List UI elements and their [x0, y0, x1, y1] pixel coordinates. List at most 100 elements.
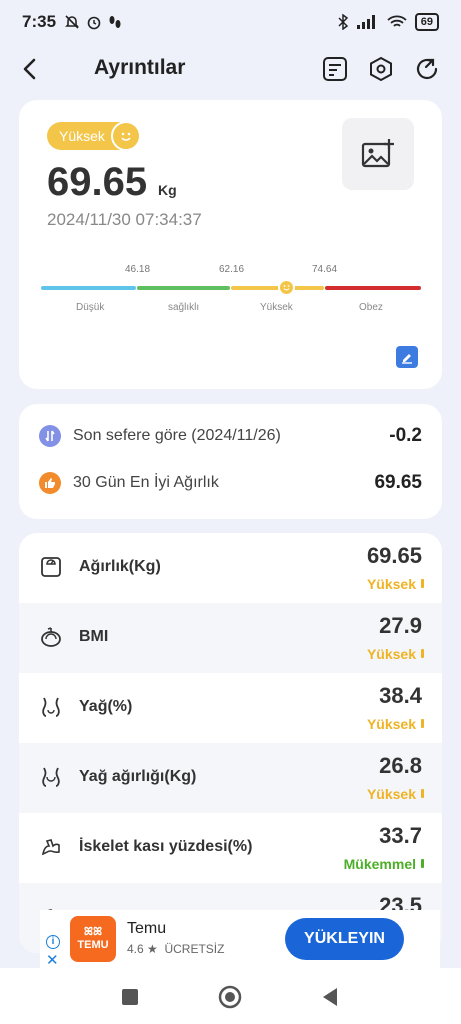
status-bar: 7:35 69	[0, 0, 461, 44]
metric-status-indicator	[421, 649, 424, 658]
status-notification-icons	[64, 14, 122, 30]
metric-status: Yüksek	[366, 716, 416, 732]
thumbs-up-icon	[39, 472, 61, 494]
metric-row-body-fat[interactable]: Yağ(%) 38.4 Yüksek	[19, 673, 442, 743]
add-photo-button[interactable]	[342, 118, 414, 190]
wifi-icon	[387, 15, 407, 27]
compare-best-value: 69.65	[374, 472, 422, 493]
metric-row-fat-weight[interactable]: Yağ ağırlığı(Kg) 26.8 Yüksek	[19, 743, 442, 813]
metric-status: Mükemmel	[343, 856, 416, 872]
metric-name: Yağ(%)	[79, 698, 133, 715]
edit-pen-icon	[402, 354, 412, 364]
back-nav-button[interactable]	[318, 985, 342, 1009]
metric-name: Yağ ağırlığı(Kg)	[79, 768, 197, 785]
metrics-list: Ağırlık(Kg) 69.65 Yüksek BMI 27.9 Yüksek…	[19, 533, 442, 953]
smiley-icon	[111, 121, 141, 151]
scale-marker-smiley-icon	[278, 279, 295, 296]
weight-range-scale: 46.18 62.16 74.64 Düşük sağlıklı Yüksek …	[41, 260, 421, 320]
status-time: 7:35	[22, 12, 57, 31]
ad-price: ÜCRETSİZ	[164, 942, 225, 956]
back-button[interactable]	[14, 52, 44, 86]
metric-value: 33.7	[379, 823, 422, 848]
metric-status-indicator	[421, 789, 424, 798]
settings-button[interactable]	[364, 52, 398, 86]
scale-label-healthy: sağlıklı	[168, 302, 200, 313]
page-title: Ayrıntılar	[94, 56, 186, 79]
weight-value: 69.65	[47, 160, 148, 204]
ad-app-name: Temu	[127, 920, 167, 937]
metric-name: İskelet kası yüzdesi(%)	[79, 838, 253, 855]
metric-status-indicator	[421, 579, 424, 588]
ad-rating: 4.6 ★	[127, 942, 158, 956]
bluetooth-icon	[338, 14, 348, 30]
scale-segment-low	[41, 286, 136, 290]
scale-tick: 74.64	[312, 264, 338, 275]
metric-name: Ağırlık(Kg)	[79, 558, 161, 575]
metric-value: 69.65	[366, 543, 422, 568]
scale-segment-obese	[325, 286, 421, 290]
share-refresh-icon	[416, 58, 438, 80]
comparison-card: Son sefere göre (2024/11/26) -0.2 30 Gün…	[19, 404, 442, 519]
settings-hexagon-icon	[370, 56, 392, 82]
scale-tick: 62.16	[219, 264, 245, 275]
app-header: Ayrıntılar	[0, 44, 461, 94]
install-button[interactable]: YÜKLEYIN	[285, 918, 404, 960]
status-badge-label: Yüksek	[59, 128, 105, 144]
fat-weight-icon	[39, 765, 63, 789]
report-button[interactable]	[318, 52, 352, 86]
metric-row-bmi[interactable]: BMI 27.9 Yüksek	[19, 603, 442, 673]
chevron-left-icon	[23, 58, 36, 80]
temu-logo-glyphs: ꕤꕤ	[83, 926, 103, 938]
compare-last-value: -0.2	[389, 425, 422, 446]
scale-segment-healthy	[137, 286, 230, 290]
metric-value: 26.8	[379, 753, 422, 778]
ad-banner[interactable]: ꕤꕤ TEMU Temu 4.6 ★ ÜCRETSİZ YÜKLEYIN	[40, 910, 440, 968]
measurement-timestamp: 2024/11/30 07:34:37	[47, 210, 202, 229]
compare-last-label: Son sefere göre (2024/11/26)	[73, 427, 281, 444]
alarm-icon	[87, 16, 101, 30]
metric-value: 27.9	[379, 613, 422, 638]
compare-best-row: 30 Gün En İyi Ağırlık 69.65	[39, 468, 422, 498]
weight-summary-card: Yüksek 69.65 Kg 2024/11/30 07:34:37 46.1…	[19, 100, 442, 389]
home-button[interactable]	[218, 985, 242, 1009]
metric-status-indicator	[421, 859, 424, 868]
metric-status-indicator	[421, 719, 424, 728]
report-icon	[323, 57, 347, 81]
ad-info-icon[interactable]: i	[46, 935, 60, 949]
system-nav-bar	[0, 968, 461, 1024]
scale-label-high: Yüksek	[260, 302, 293, 313]
steps-icon	[109, 16, 121, 28]
body-fat-icon	[39, 695, 63, 719]
metric-value: 38.4	[379, 683, 422, 708]
ad-close-icon[interactable]: ✕	[46, 951, 59, 969]
battery-indicator: 69	[414, 13, 439, 31]
compare-last-row: Son sefere göre (2024/11/26) -0.2	[39, 421, 422, 451]
home-circle-icon	[218, 985, 242, 1009]
signal-icon	[356, 15, 375, 29]
recents-square-icon	[122, 989, 138, 1005]
scale-label-obese: Obez	[359, 302, 383, 313]
status-badge: Yüksek	[47, 121, 141, 151]
status-system-icons: 69	[337, 13, 439, 31]
weight-unit: Kg	[158, 182, 177, 198]
metric-name: BMI	[79, 628, 109, 645]
temu-logo: ꕤꕤ TEMU	[70, 916, 116, 962]
share-button[interactable]	[410, 52, 444, 86]
edit-button[interactable]	[396, 346, 418, 368]
back-triangle-icon	[323, 988, 337, 1006]
metric-status: Yüksek	[366, 576, 416, 592]
scale-icon	[39, 555, 63, 579]
compare-best-label: 30 Gün En İyi Ağırlık	[73, 474, 219, 491]
ad-meta: 4.6 ★ ÜCRETSİZ	[127, 942, 224, 956]
add-image-icon	[361, 139, 394, 168]
muscle-icon	[39, 835, 63, 859]
compare-arrows-icon	[39, 425, 61, 447]
scale-tick: 46.18	[125, 264, 151, 275]
mute-icon	[65, 15, 79, 29]
recents-button[interactable]	[118, 985, 142, 1009]
metric-row-skeletal-muscle[interactable]: İskelet kası yüzdesi(%) 33.7 Mükemmel	[19, 813, 442, 883]
scale-label-low: Düşük	[76, 302, 105, 313]
temu-logo-text: TEMU	[77, 939, 109, 951]
metric-row-weight[interactable]: Ağırlık(Kg) 69.65 Yüksek	[19, 533, 442, 603]
metric-status: Yüksek	[366, 646, 416, 662]
